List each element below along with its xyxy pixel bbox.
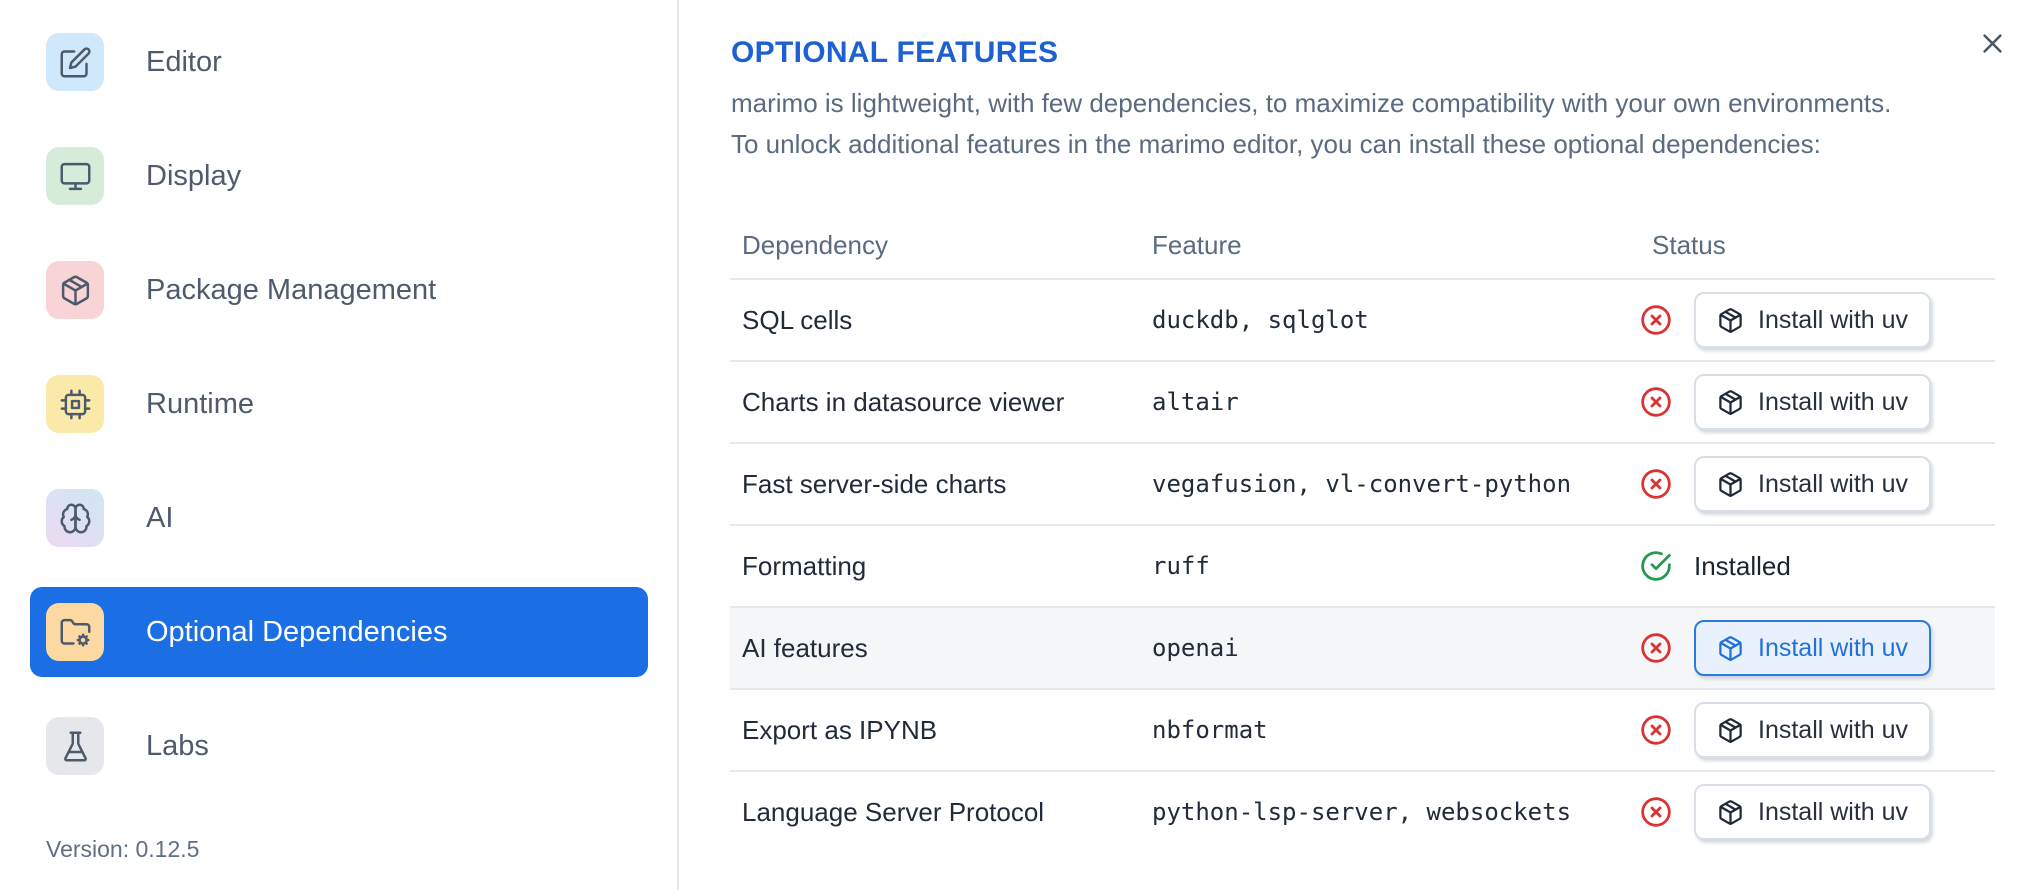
table-row: Export as IPYNB nbformat Install with uv <box>730 690 1995 772</box>
feature-cell: duckdb, sqlglot <box>1152 306 1369 334</box>
close-icon <box>1982 33 2002 53</box>
runtime-tile <box>46 375 104 433</box>
sidebar-item-label: Optional Dependencies <box>146 615 448 648</box>
page-title: OPTIONAL FEATURES <box>731 36 1059 69</box>
feature-cell: vegafusion, vl-convert-python <box>1152 470 1572 498</box>
sidebar-item-display[interactable]: Display <box>30 131 648 221</box>
error-status-icon <box>1640 796 1672 828</box>
error-status-icon <box>1640 304 1672 336</box>
settings-sidebar: Editor Display Package Management Runtim… <box>0 0 679 890</box>
install-with-uv-button[interactable]: Install with uv <box>1694 292 1932 348</box>
panel-description: marimo is lightweight, with few dependen… <box>731 83 1891 165</box>
sidebar-item-editor[interactable]: Editor <box>30 17 648 107</box>
status-cell: Install with uv <box>1640 374 1995 430</box>
dependency-cell: Formatting <box>742 550 867 581</box>
install-button-label: Install with uv <box>1758 387 1909 416</box>
brain-icon <box>60 503 90 533</box>
package-icon <box>61 275 89 305</box>
status-cell: Install with uv <box>1640 702 1995 758</box>
error-status-icon <box>1640 386 1672 418</box>
dependency-cell: Charts in datasource viewer <box>742 386 1065 417</box>
sidebar-item-label: AI <box>146 501 174 534</box>
cpu-icon <box>60 389 90 419</box>
dependency-cell: Fast server-side charts <box>742 468 1007 499</box>
editor-tile <box>46 33 104 91</box>
package-icon <box>1719 471 1742 497</box>
pencil-square-icon <box>60 46 91 77</box>
install-button-label: Install with uv <box>1758 633 1909 662</box>
status-cell: Install with uv <box>1640 292 1995 348</box>
column-header-dependency: Dependency <box>742 229 888 260</box>
install-button-label: Install with uv <box>1758 797 1909 826</box>
error-status-icon <box>1640 468 1672 500</box>
sidebar-item-label: Editor <box>146 45 222 78</box>
feature-cell: openai <box>1152 634 1239 662</box>
optional-dependencies-tile <box>46 603 104 661</box>
install-with-uv-button[interactable]: Install with uv <box>1694 702 1932 758</box>
table-row: Fast server-side charts vegafusion, vl-c… <box>730 444 1995 526</box>
dependency-cell: Export as IPYNB <box>742 714 938 745</box>
install-button-label: Install with uv <box>1758 305 1909 334</box>
sidebar-item-ai[interactable]: AI <box>30 473 648 563</box>
error-status-icon <box>1640 632 1672 664</box>
package-icon <box>1719 635 1742 661</box>
dependencies-table: Dependency Feature Status SQL cells duck… <box>730 212 1995 852</box>
table-row: Language Server Protocol python-lsp-serv… <box>730 772 1995 852</box>
ai-tile <box>46 489 104 547</box>
column-header-status: Status <box>1652 229 1726 260</box>
dependency-cell: Language Server Protocol <box>742 796 1045 827</box>
installed-label: Installed <box>1694 550 1791 581</box>
package-icon <box>1719 307 1742 333</box>
table-row: AI features openai Install with uv <box>730 608 1995 690</box>
description-line-1: marimo is lightweight, with few dependen… <box>731 88 1892 118</box>
install-with-uv-button[interactable]: Install with uv <box>1694 456 1932 512</box>
status-cell: Installed <box>1640 550 1995 582</box>
package-management-tile <box>46 261 104 319</box>
status-cell: Install with uv <box>1640 620 1995 676</box>
monitor-icon <box>60 162 90 190</box>
feature-cell: ruff <box>1152 552 1210 580</box>
dependency-cell: SQL cells <box>742 304 853 335</box>
table-header-row: Dependency Feature Status <box>730 212 1995 280</box>
sidebar-item-label: Package Management <box>146 273 437 306</box>
feature-cell: nbformat <box>1152 716 1268 744</box>
status-cell: Install with uv <box>1640 456 1995 512</box>
table-row: Charts in datasource viewer altair Insta… <box>730 362 1995 444</box>
install-with-uv-button[interactable]: Install with uv <box>1694 620 1932 676</box>
package-icon <box>1719 799 1742 825</box>
description-line-2: To unlock additional features in the mar… <box>731 129 1821 159</box>
package-icon <box>1719 389 1742 415</box>
sidebar-nav: Editor Display Package Management Runtim… <box>30 17 648 791</box>
status-cell: Install with uv <box>1640 784 1995 840</box>
column-header-feature: Feature <box>1152 229 1242 260</box>
labs-tile <box>46 717 104 775</box>
install-button-label: Install with uv <box>1758 469 1909 498</box>
flask-icon <box>63 731 87 761</box>
error-status-icon <box>1640 714 1672 746</box>
optional-features-panel: OPTIONAL FEATURES marimo is lightweight,… <box>681 0 2042 890</box>
sidebar-item-package-management[interactable]: Package Management <box>30 245 648 335</box>
sidebar-item-optional-dependencies[interactable]: Optional Dependencies <box>30 587 648 677</box>
table-row: SQL cells duckdb, sqlglot Install with u… <box>730 280 1995 362</box>
sidebar-item-runtime[interactable]: Runtime <box>30 359 648 449</box>
dependency-cell: AI features <box>742 632 868 663</box>
install-with-uv-button[interactable]: Install with uv <box>1694 784 1932 840</box>
display-tile <box>46 147 104 205</box>
install-with-uv-button[interactable]: Install with uv <box>1694 374 1932 430</box>
version-label: Version: 0.12.5 <box>46 836 200 862</box>
sidebar-item-label: Labs <box>146 729 209 762</box>
install-button-label: Install with uv <box>1758 715 1909 744</box>
folder-cog-icon <box>60 618 90 647</box>
sidebar-item-labs[interactable]: Labs <box>30 701 648 791</box>
feature-cell: altair <box>1152 388 1239 416</box>
feature-cell: python-lsp-server, websockets <box>1152 798 1572 826</box>
package-icon <box>1719 717 1742 743</box>
sidebar-item-label: Runtime <box>146 387 254 420</box>
sidebar-item-label: Display <box>146 159 242 192</box>
success-status-icon <box>1640 550 1672 582</box>
close-button[interactable] <box>1972 23 2012 63</box>
table-row: Formatting ruff Installed <box>730 526 1995 608</box>
